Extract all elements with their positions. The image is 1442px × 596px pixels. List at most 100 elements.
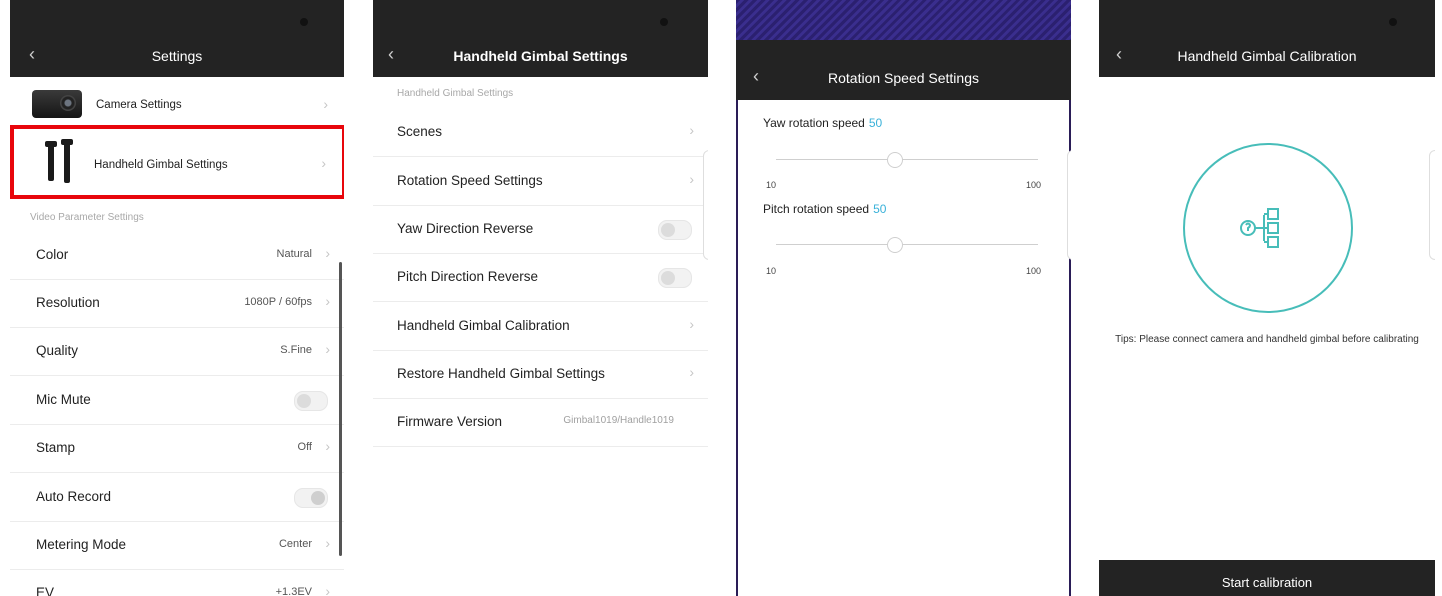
rotation-speed-screen: ‹ Rotation Speed Settings Yaw rotation s… [736,0,1071,596]
calibration-header: ‹ Handheld Gimbal Calibration [1099,0,1435,77]
chevron-right-icon: › [689,122,694,138]
pitch-direction-reverse-toggle[interactable] [658,268,692,288]
yaw-direction-reverse-row: Yaw Direction Reverse [373,205,708,254]
yaw-speed-text: Yaw rotation speed [763,116,865,130]
calibration-tips: Tips: Please connect camera and handheld… [1115,334,1419,345]
chevron-right-icon: › [323,96,328,112]
page-title: Handheld Gimbal Settings [453,48,628,64]
side-panel-edge [1067,150,1071,260]
row-label: Resolution [36,295,100,310]
chevron-right-icon: › [325,245,330,261]
start-calibration-button[interactable]: Start calibration [1099,560,1435,596]
row-label: Firmware Version [397,414,503,429]
settings-header: ‹ Settings [10,0,344,77]
row-label: Metering Mode [36,537,127,552]
camera-notch [660,18,668,26]
wallpaper-strip [736,0,1071,40]
page-title: Rotation Speed Settings [828,70,979,86]
chevron-right-icon: › [325,438,330,454]
stamp-row[interactable]: Stamp Off › [10,424,344,473]
pitch-speed-label: Pitch rotation speed 50 [763,202,886,216]
row-label: Handheld Gimbal Calibration [397,318,570,333]
row-value: 1080P / 60fps [244,296,312,308]
rotation-speed-header: ‹ Rotation Speed Settings [736,40,1071,100]
rotation-speed-settings-row[interactable]: Rotation Speed Settings › [373,157,708,206]
settings-screen: ‹ Settings Camera Settings › Handheld Gi… [10,0,344,596]
quality-row[interactable]: Quality S.Fine › [10,327,344,376]
section-header: Video Parameter Settings [30,212,144,223]
calibration-screen: ‹ Handheld Gimbal Calibration Tips: Plea… [1099,0,1435,596]
pitch-speed-slider[interactable] [776,237,1038,253]
side-panel-edge [1429,150,1435,260]
pitch-slider-thumb[interactable] [886,237,903,253]
row-value: Center [278,538,312,550]
row-label: Scenes [397,124,443,139]
page-title: Settings [151,48,203,64]
firmware-version-row: Firmware Version Gimbal1019/Handle1019 [373,398,708,447]
camera-settings-label: Camera Settings [96,99,182,111]
calibration-circle [1183,143,1353,313]
row-label: Color [36,247,69,262]
color-row[interactable]: Color Natural › [10,231,344,280]
camera-settings-row[interactable]: Camera Settings › [10,84,344,127]
chevron-right-icon: › [325,535,330,551]
yaw-speed-slider[interactable] [776,152,1038,168]
resolution-row[interactable]: Resolution 1080P / 60fps › [10,279,344,328]
handheld-gimbal-calibration-row[interactable]: Handheld Gimbal Calibration › [373,302,708,351]
row-label: Rotation Speed Settings [397,173,543,188]
yaw-min-label: 10 [766,180,777,190]
row-value: Off [297,441,312,453]
row-label: EV [36,585,55,596]
handheld-gimbal-settings-label: Handheld Gimbal Settings [94,159,228,171]
pitch-speed-text: Pitch rotation speed [763,202,870,216]
row-value: +1.3EV [275,586,312,596]
chevron-right-icon: › [689,171,694,187]
yaw-max-label: 100 [1025,180,1041,190]
scenes-row[interactable]: Scenes › [373,108,708,157]
pitch-max-label: 100 [1025,266,1041,276]
camera-notch [300,18,308,26]
row-label: Auto Record [36,489,112,504]
mic-mute-toggle[interactable] [294,391,328,411]
scrollbar[interactable] [339,262,342,556]
row-label: Yaw Direction Reverse [397,221,534,236]
metering-mode-row[interactable]: Metering Mode Center › [10,521,344,570]
row-label: Mic Mute [36,392,91,407]
row-value: S.Fine [280,344,312,356]
row-value: Natural [276,248,312,260]
gimbal-settings-screen: ‹ Handheld Gimbal Settings Handheld Gimb… [373,0,708,596]
gimbal-settings-header: ‹ Handheld Gimbal Settings [373,0,708,77]
row-label: Quality [36,343,79,358]
gimbal-structure-icon [1240,208,1279,248]
auto-record-row: Auto Record [10,473,344,522]
section-header: Handheld Gimbal Settings [397,88,514,99]
chevron-right-icon: › [689,316,694,332]
side-panel-edge [703,150,708,260]
chevron-right-icon: › [689,364,694,380]
firmware-version-value: Gimbal1019/Handle1019 [563,415,674,426]
mic-mute-row: Mic Mute [10,376,344,425]
yaw-speed-label: Yaw rotation speed 50 [763,116,882,130]
yaw-slider-thumb[interactable] [886,152,903,168]
camera-notch [1389,18,1397,26]
handheld-gimbal-settings-row[interactable]: Handheld Gimbal Settings › [10,125,344,199]
gimbal-icon [40,139,80,187]
pitch-direction-reverse-row: Pitch Direction Reverse [373,253,708,302]
chevron-right-icon: › [325,341,330,357]
chevron-right-icon: › [325,293,330,309]
auto-record-toggle[interactable] [294,488,328,508]
page-title: Handheld Gimbal Calibration [1177,48,1357,64]
row-label: Pitch Direction Reverse [397,269,539,284]
row-label: Stamp [36,440,76,455]
chevron-right-icon: › [321,155,326,171]
yaw-direction-reverse-toggle[interactable] [658,220,692,240]
pitch-speed-value: 50 [873,202,887,216]
pitch-min-label: 10 [766,266,777,276]
restore-gimbal-settings-row[interactable]: Restore Handheld Gimbal Settings › [373,350,708,399]
row-label: Restore Handheld Gimbal Settings [397,366,605,381]
camera-thumbnail-icon [32,90,82,118]
ev-row[interactable]: EV +1.3EV › [10,569,344,596]
yaw-speed-value: 50 [868,116,883,130]
rotation-speed-body: Yaw rotation speed 50 10 100 Pitch rotati… [738,100,1069,596]
chevron-right-icon: › [325,583,330,596]
